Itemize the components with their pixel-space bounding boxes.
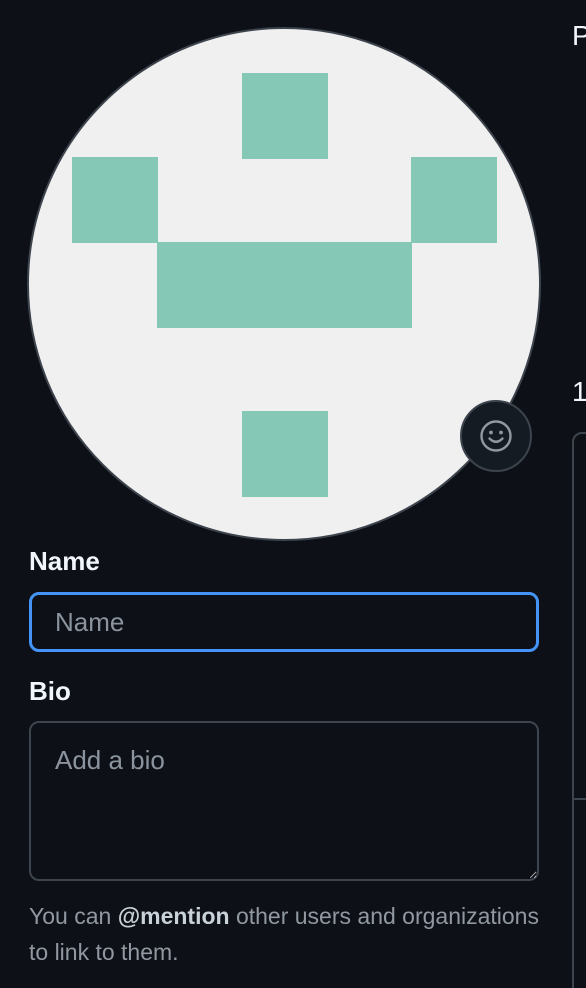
profile-settings: Name Bio You can @mention other users an… <box>0 0 586 988</box>
identicon-block <box>411 157 497 243</box>
bio-hint: You can @mention other users and organiz… <box>29 898 549 970</box>
identicon-block <box>157 242 412 328</box>
right-number-fragment: 1 <box>572 376 586 407</box>
set-status-emoji-button[interactable] <box>460 400 532 472</box>
name-input[interactable] <box>29 592 539 652</box>
avatar-container <box>27 27 541 541</box>
identicon-block <box>72 157 158 243</box>
right-panel-edge <box>572 432 586 988</box>
right-panel-divider <box>572 798 586 800</box>
name-label: Name <box>29 546 100 576</box>
smiley-icon <box>480 420 512 452</box>
right-heading-fragment: P <box>572 20 586 51</box>
identicon-block <box>242 411 328 497</box>
avatar[interactable] <box>27 27 541 541</box>
bio-textarea[interactable] <box>29 721 539 881</box>
bio-label: Bio <box>29 676 71 706</box>
hint-mention: @mention <box>117 903 230 929</box>
identicon-block <box>242 73 328 159</box>
hint-prefix: You can <box>29 903 118 929</box>
